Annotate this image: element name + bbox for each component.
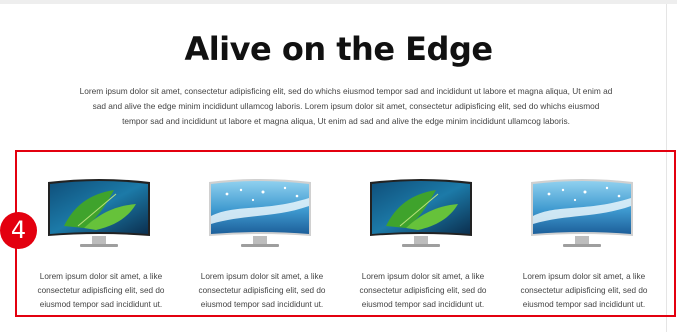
product-description: Lorem ipsum dolor sit amet, a like conse…	[20, 270, 182, 312]
desc-line: eiusmod tempor sad incididunt ut.	[200, 300, 324, 309]
product-description: Lorem ipsum dolor sit amet, a like conse…	[342, 270, 504, 312]
product-card[interactable]: Lorem ipsum dolor sit amet, a like conse…	[503, 168, 647, 313]
intro-line: Lorem ipsum dolor sit amet, consectetur …	[79, 86, 613, 96]
section-intro: Lorem ipsum dolor sit amet, consectetur …	[78, 84, 614, 129]
section-title: Alive on the Edge	[184, 30, 493, 68]
product-card[interactable]: Lorem ipsum dolor sit amet, a like conse…	[342, 168, 486, 313]
tv-green-leaf-image-graphic	[370, 179, 472, 247]
tv-blue-wave-image[interactable]	[205, 176, 315, 252]
tv-blue-wave-image-graphic	[209, 179, 311, 247]
product-card[interactable]: Lorem ipsum dolor sit amet, a like conse…	[20, 168, 164, 313]
tv-blue-wave-image[interactable]	[527, 176, 637, 252]
top-divider	[0, 0, 677, 4]
desc-line: consectetur adipisficing elit, sed do	[359, 286, 487, 295]
product-grid: Lorem ipsum dolor sit amet, a like conse…	[20, 168, 668, 313]
desc-line: Lorem ipsum dolor sit amet, a like	[522, 272, 646, 281]
desc-line: Lorem ipsum dolor sit amet, a like	[39, 272, 163, 281]
tv-green-leaf-image[interactable]	[366, 176, 476, 252]
desc-line: consectetur adipisficing elit, sed do	[198, 286, 326, 295]
desc-line: Lorem ipsum dolor sit amet, a like	[200, 272, 324, 281]
tv-blue-wave-image-graphic	[531, 179, 633, 247]
intro-line: tempor sad and incididunt ut labore et m…	[122, 116, 570, 126]
product-description: Lorem ipsum dolor sit amet, a like conse…	[503, 270, 665, 312]
tv-green-leaf-image-graphic	[48, 179, 150, 247]
intro-line: sad and alive the edge minim incididunt …	[92, 101, 600, 111]
desc-line: consectetur adipisficing elit, sed do	[520, 286, 648, 295]
tv-green-leaf-image[interactable]	[44, 176, 154, 252]
product-card[interactable]: Lorem ipsum dolor sit amet, a like conse…	[181, 168, 325, 313]
desc-line: consectetur adipisficing elit, sed do	[37, 286, 165, 295]
desc-line: eiusmod tempor sad incididunt ut.	[39, 300, 163, 309]
desc-line: eiusmod tempor sad incididunt ut.	[361, 300, 485, 309]
desc-line: Lorem ipsum dolor sit amet, a like	[361, 272, 485, 281]
desc-line: eiusmod tempor sad incididunt ut.	[522, 300, 646, 309]
product-description: Lorem ipsum dolor sit amet, a like conse…	[181, 270, 343, 312]
